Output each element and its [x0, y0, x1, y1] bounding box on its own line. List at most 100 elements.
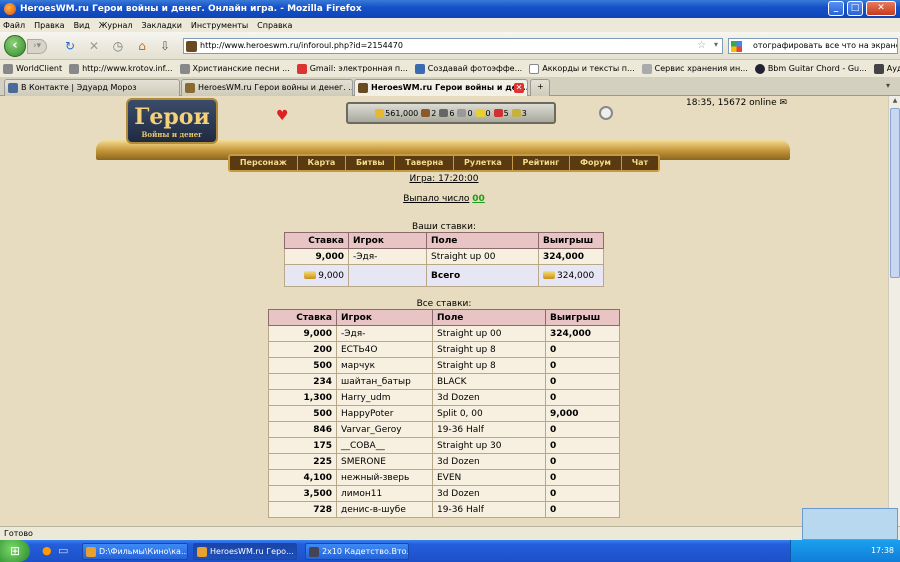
nav-forum[interactable]: Форум	[570, 156, 622, 170]
bookmark-item[interactable]: Bbm Guitar Chord - Gu...	[754, 63, 867, 74]
dropdown-icon[interactable]: ▾	[714, 40, 718, 49]
cell-player: ЕСТЬ4О	[336, 341, 433, 358]
table-row: 500 марчук Straight up 80	[268, 357, 620, 374]
game-logo[interactable]: Герои Войны и денег	[126, 98, 218, 144]
bookmark-item[interactable]: Создавай фотоэффе...	[414, 63, 522, 74]
menu-history[interactable]: Журнал	[99, 21, 133, 30]
cell-bet: 175	[268, 437, 337, 454]
firefox-quicklaunch-icon[interactable]: ●	[42, 544, 52, 557]
heroes-icon	[185, 83, 195, 93]
cell-player: __СОВА__	[336, 437, 433, 454]
ore-resource: 6	[439, 109, 454, 118]
menu-tools[interactable]: Инструменты	[191, 21, 248, 30]
tab-close-icon[interactable]: ✕	[514, 83, 524, 93]
home-icon[interactable]: ⌂	[134, 38, 150, 54]
tab-list-icon[interactable]: ▾	[886, 81, 890, 90]
menu-file[interactable]: Файл	[3, 21, 25, 30]
online-counter: 18:35, 15672 online ✉	[686, 98, 788, 108]
new-tab-button[interactable]: +	[530, 79, 550, 96]
nav-roulette[interactable]: Рулетка	[454, 156, 513, 170]
cell-field: Straight up 30	[432, 437, 546, 454]
cell-field: 3d Dozen	[432, 453, 546, 470]
taskbar-item-folder[interactable]: D:\Фильмы\Кино\ка...	[82, 543, 188, 560]
star-icon[interactable]: ☆	[697, 40, 706, 51]
menu-edit[interactable]: Правка	[34, 21, 64, 30]
bookmark-item[interactable]: WorldClient	[3, 63, 62, 74]
nav-rating[interactable]: Рейтинг	[513, 156, 571, 170]
bookmark-item[interactable]: Gmail: электронная п...	[296, 63, 408, 74]
menu-view[interactable]: Вид	[74, 21, 90, 30]
page-icon	[529, 63, 540, 74]
notification-popup[interactable]	[802, 508, 898, 540]
forward-button[interactable]: ›▾	[27, 39, 47, 54]
cell-field: 3d Dozen	[432, 389, 546, 406]
stop-icon[interactable]: ✕	[86, 38, 102, 54]
cell-win: 0	[545, 421, 620, 438]
cell-player: денис-в-шубе	[336, 501, 433, 518]
total-row: 9,000 Всего 324,000	[284, 264, 604, 287]
minimize-button[interactable]: _	[828, 1, 844, 16]
sulfur-icon	[475, 109, 485, 117]
address-bar[interactable]: http://www.heroeswm.ru/inforoul.php?id=2…	[183, 38, 723, 54]
taskbar-item-firefox[interactable]: HeroesWM.ru Геро...	[193, 543, 297, 560]
scroll-up-icon[interactable]: ▲	[890, 97, 900, 107]
cell-bet: 234	[268, 373, 337, 390]
result-label[interactable]: Выпало число	[403, 194, 469, 204]
page-content: Герои Войны и денег ♥ 561,000 2 6 0 0 5 3…	[0, 96, 888, 526]
search-box[interactable]: отографировать все что на экране	[728, 38, 898, 54]
tab-vkontakte[interactable]: В Контакте | Эдуард Мороз	[4, 79, 180, 96]
firefox-icon	[4, 3, 16, 15]
menu-bookmarks[interactable]: Закладки	[141, 21, 181, 30]
table-row: 500 HappyPoter Split 0, 00 9,000	[268, 405, 620, 422]
maximize-button[interactable]: □	[847, 1, 863, 16]
cell-player: SMERONE	[336, 453, 433, 470]
nav-battles[interactable]: Битвы	[346, 156, 396, 170]
all-bets-table: Ставка Игрок Поле Выигрыш 9,000 -Эдя- Stra…	[268, 309, 620, 518]
book-icon	[873, 63, 884, 74]
cell-win: 0	[545, 357, 620, 374]
nav-chat[interactable]: Чат	[622, 156, 658, 170]
bookmark-item[interactable]: Аудиобиблия / Библ...	[873, 63, 900, 74]
bookmark-item[interactable]: Сервис хранения ин...	[641, 63, 748, 74]
clock[interactable]: 17:38	[871, 546, 894, 555]
photo-icon	[414, 63, 425, 74]
game-time: Игра: 17:20:00	[0, 174, 888, 184]
tab-heroes-1[interactable]: HeroesWM.ru Герои войны и денег. ...	[181, 79, 353, 96]
gold-icon	[375, 109, 385, 117]
close-button[interactable]: ✕	[866, 1, 896, 16]
col-win: Выигрыш	[538, 232, 604, 249]
nav-map[interactable]: Карта	[298, 156, 347, 170]
gems-resource: 3	[511, 109, 527, 118]
nav-tavern[interactable]: Таверна	[395, 156, 455, 170]
game-time-link[interactable]: Игра: 17:20:00	[409, 174, 478, 184]
taskbar-item-video[interactable]: 2x10 Кадетство.Вто...	[305, 543, 409, 560]
wood-resource: 2	[421, 109, 436, 118]
cell-field: 3d Dozen	[432, 485, 546, 502]
scroll-thumb[interactable]	[890, 108, 900, 278]
menu-help[interactable]: Справка	[257, 21, 292, 30]
heroes-icon	[358, 83, 368, 93]
cell-win: 0	[545, 373, 620, 390]
cell-bet: 9,000	[268, 325, 337, 342]
bookmark-item[interactable]: Аккорды и тексты п...	[529, 63, 635, 74]
ex-icon	[641, 63, 652, 74]
desktop-quicklaunch-icon[interactable]: ▭	[58, 544, 68, 557]
result-number[interactable]: 00	[472, 194, 485, 204]
status-bar: Готово	[0, 526, 900, 540]
ore-icon	[439, 109, 449, 117]
vertical-scrollbar[interactable]: ▲ ▼	[888, 96, 900, 526]
nav-character[interactable]: Персонаж	[230, 156, 298, 170]
cell-win: 0	[545, 501, 620, 518]
bookmark-item[interactable]: Христианские песни ...	[179, 63, 290, 74]
start-button[interactable]: ⊞	[0, 540, 30, 562]
reload-icon[interactable]: ↻	[62, 38, 78, 54]
back-button[interactable]: ‹	[4, 35, 26, 57]
tab-heroes-active[interactable]: HeroesWM.ru Герои войны и ден... ✕	[354, 79, 528, 97]
download-icon[interactable]: ⇩	[157, 38, 173, 54]
bookmark-item[interactable]: http://www.krotov.inf...	[69, 63, 173, 74]
table-row: 4,100 нежный-зверь EVEN 0	[268, 469, 620, 486]
cell-player: HappyPoter	[336, 405, 433, 422]
history-icon[interactable]: ◷	[110, 38, 126, 54]
cell-player: Varvar_Geroy	[336, 421, 433, 438]
mail-icon[interactable]: ✉	[779, 98, 787, 108]
